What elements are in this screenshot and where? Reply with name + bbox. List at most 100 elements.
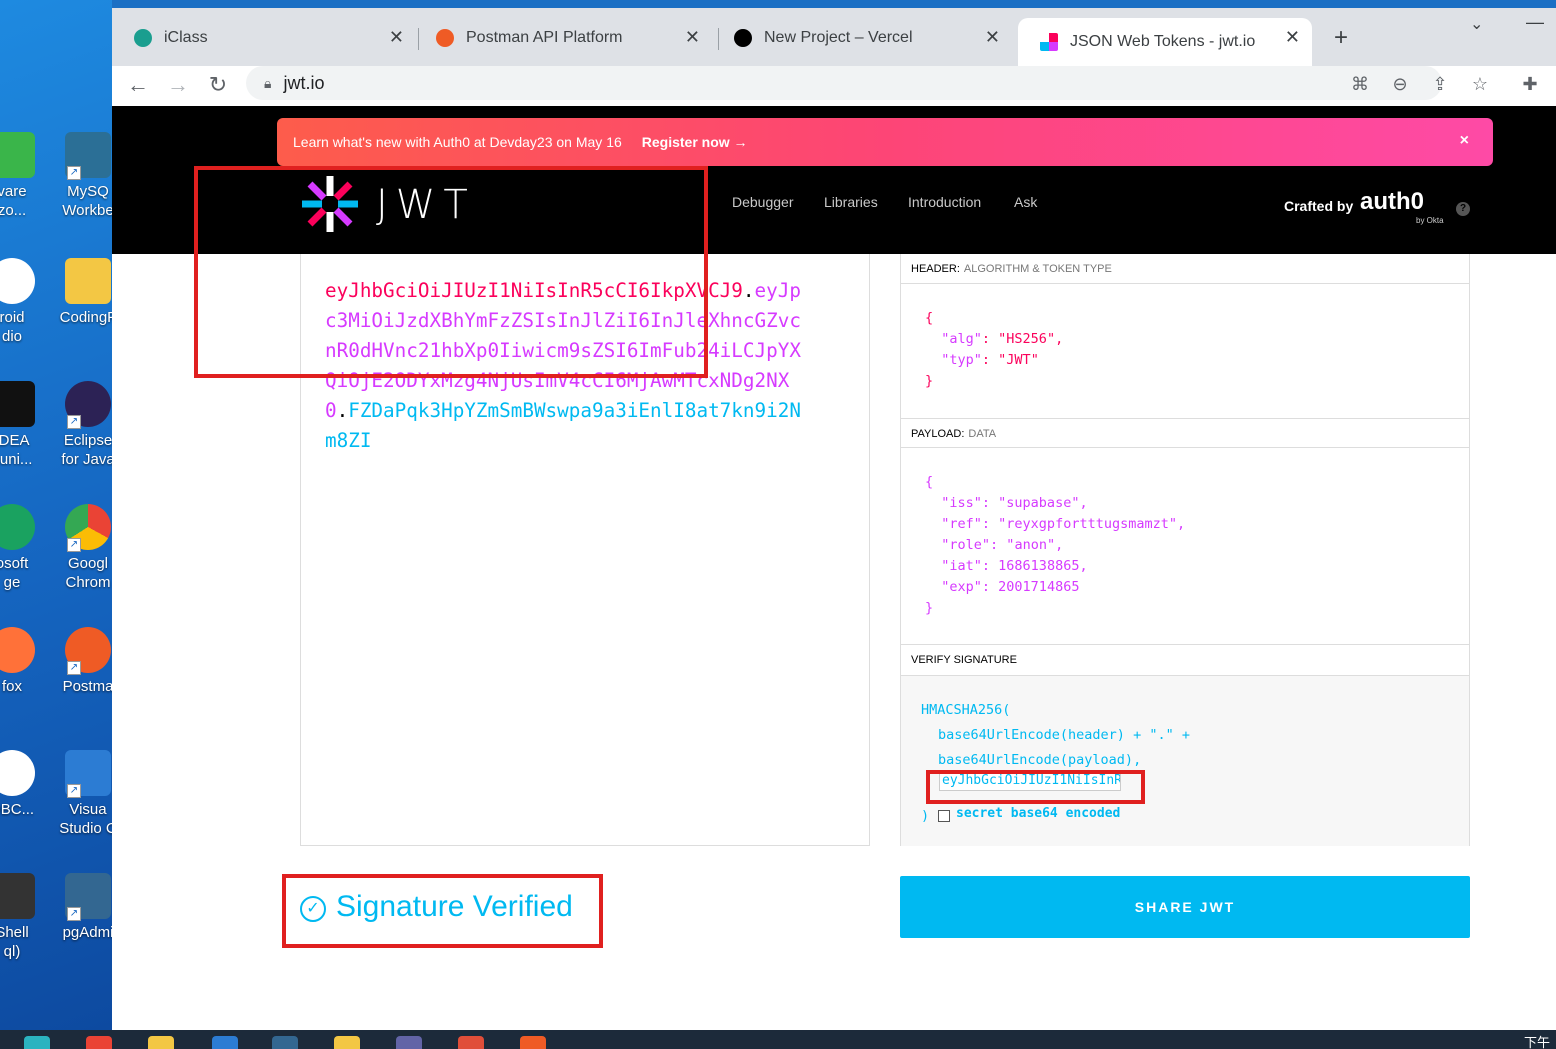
desktop-icon-edge[interactable]: osoft ge <box>0 504 42 592</box>
decoded-panel: HEADER: ALGORITHM & TOKEN TYPE { "alg": "… <box>900 254 1470 846</box>
taskbar-folder-icon[interactable] <box>148 1036 174 1049</box>
taskbar-edge-icon[interactable] <box>24 1036 50 1049</box>
shortcut-arrow-icon: ↗ <box>67 784 81 798</box>
tab-iclass[interactable]: iClass ✕ <box>112 18 416 58</box>
desktop-icon-folder[interactable]: CodingF <box>58 258 112 327</box>
highlight-box-secret <box>926 770 1145 804</box>
app-icon <box>0 132 35 178</box>
android-studio-icon <box>0 258 35 304</box>
jwt-favicon-icon <box>1040 33 1058 51</box>
crafted-by-label: Crafted by <box>1284 198 1354 214</box>
close-icon[interactable]: ✕ <box>985 27 1000 48</box>
help-icon[interactable]: ? <box>1456 202 1470 216</box>
vscode-icon: ↗ <box>65 750 111 798</box>
close-icon[interactable]: ✕ <box>1285 27 1300 48</box>
token-dot: . <box>742 279 755 302</box>
desktop-icon-android-studio[interactable]: roid dio <box>0 258 42 346</box>
taskbar-chrome-icon[interactable] <box>86 1036 112 1049</box>
tab-strip: iClass ✕ Postman API Platform ✕ New Proj… <box>112 8 1556 66</box>
nav-introduction[interactable]: Introduction <box>908 194 981 210</box>
taskbar-app-icon[interactable] <box>334 1036 360 1049</box>
signature-verified-status: Signature Verified <box>336 890 573 923</box>
payload-section-title: PAYLOAD: DATA <box>901 418 1469 448</box>
extensions-puzzle-icon[interactable]: ✚ <box>1518 74 1542 95</box>
tray-clock[interactable]: 下午 <box>1524 1032 1550 1049</box>
address-bar[interactable]: 🔒︎ jwt.io <box>246 66 1442 100</box>
secret-base64-label[interactable]: secret base64 encoded <box>956 806 1120 821</box>
token-signature-part: FZDaPqk3HpYZmSmBWswpa9a3iEnlI8at7kn9i2Nm… <box>325 399 801 452</box>
zoom-icon[interactable]: ⊖ <box>1388 74 1412 95</box>
header-section-title: HEADER: ALGORITHM & TOKEN TYPE <box>901 254 1469 284</box>
iclass-favicon-icon <box>134 29 152 47</box>
desktop-icon-intellij[interactable]: IDEA nuni... <box>0 381 42 469</box>
check-circle-icon: ✓ <box>300 896 326 922</box>
folder-icon <box>65 258 111 304</box>
share-jwt-button[interactable]: SHARE JWT <box>900 876 1470 938</box>
verify-section-title: VERIFY SIGNATURE <box>901 644 1469 676</box>
back-icon[interactable]: ← <box>124 72 152 98</box>
taskbar-pgadmin-icon[interactable] <box>272 1036 298 1049</box>
tab-vercel[interactable]: New Project – Vercel ✕ <box>712 18 1012 58</box>
postman-icon: ↗ <box>65 627 111 675</box>
reload-icon[interactable]: ↻ <box>204 72 232 98</box>
nav-ask[interactable]: Ask <box>1014 194 1037 210</box>
close-icon[interactable]: ✕ <box>685 27 700 48</box>
tab-postman[interactable]: Postman API Platform ✕ <box>414 18 712 58</box>
translate-icon[interactable]: ⌘ <box>1348 74 1372 95</box>
mysql-icon: ↗ <box>65 132 111 180</box>
firefox-icon <box>0 627 35 673</box>
new-tab-button[interactable]: + <box>1334 24 1348 52</box>
tab-search-icon[interactable]: ⌄ <box>1470 14 1483 34</box>
verify-signature-body: HMACSHA256( base64UrlEncode(header) + ".… <box>901 676 1469 846</box>
shortcut-arrow-icon: ↗ <box>67 907 81 921</box>
promo-banner[interactable]: Learn what's new with Auth0 at Devday23 … <box>277 118 1493 166</box>
share-icon[interactable]: ⇪ <box>1428 74 1452 95</box>
verify-close-paren: ) <box>921 808 930 824</box>
shortcut-arrow-icon: ↗ <box>67 415 81 429</box>
banner-close-icon[interactable]: × <box>1460 132 1469 150</box>
desktop-icon-mysql-workbench[interactable]: ↗ MySQ Workbe <box>58 132 112 220</box>
payload-json[interactable]: { "iss": "supabase", "ref": "reyxgpfortt… <box>925 472 1185 619</box>
desktop-icon-shell[interactable]: Shell ql) <box>0 873 42 961</box>
taskbar-postman-icon[interactable] <box>520 1036 546 1049</box>
nav-debugger[interactable]: Debugger <box>732 194 794 210</box>
header-json[interactable]: { "alg": "HS256", "typ": "JWT" } <box>925 308 1063 392</box>
desktop-icon-firefox[interactable]: fox <box>0 627 42 696</box>
secret-base64-checkbox[interactable] <box>938 810 950 822</box>
highlight-box-token <box>194 166 708 378</box>
desktop-icon-postman[interactable]: ↗ Postma <box>58 627 112 696</box>
desktop: vare zo... ↗ MySQ Workbe roid dio Coding… <box>0 0 112 1030</box>
intellij-icon <box>0 381 35 427</box>
nav-libraries[interactable]: Libraries <box>824 194 878 210</box>
desktop-icon-chrome[interactable]: ↗ Googl Chrom <box>58 504 112 592</box>
register-now-link[interactable]: Register now → <box>642 134 748 150</box>
desktop-icon-jdbc[interactable]: DBC... <box>0 750 42 819</box>
minimize-icon[interactable]: — <box>1526 12 1544 33</box>
auth0-logo[interactable]: auth0 <box>1360 188 1424 216</box>
verify-line-header: base64UrlEncode(header) + "." + <box>938 727 1190 743</box>
verify-line-hmac: HMACSHA256( <box>921 702 1011 718</box>
postgres-elephant-icon: ↗ <box>65 873 111 921</box>
vercel-favicon-icon <box>734 29 752 47</box>
chrome-icon: ↗ <box>65 504 111 552</box>
by-okta-label: by Okta <box>1416 216 1444 225</box>
lock-icon: 🔒︎ <box>264 74 272 91</box>
taskbar-app-icon[interactable] <box>458 1036 484 1049</box>
bookmark-star-icon[interactable]: ☆ <box>1468 74 1492 95</box>
desktop-icon-eclipse[interactable]: ↗ Eclipse for Java <box>58 381 112 469</box>
taskbar: 下午 <box>0 1030 1556 1049</box>
desktop-icon-vscode[interactable]: ↗ Visua Studio C <box>58 750 112 838</box>
taskbar-vscode-icon[interactable] <box>212 1036 238 1049</box>
terminal-icon <box>0 873 35 919</box>
desktop-icon[interactable]: vare zo... <box>0 132 42 220</box>
verify-line-payload: base64UrlEncode(payload), <box>938 752 1142 768</box>
forward-icon[interactable]: → <box>164 72 192 98</box>
shortcut-arrow-icon: ↗ <box>67 661 81 675</box>
shortcut-arrow-icon: ↗ <box>67 538 81 552</box>
tab-jwt-io[interactable]: JSON Web Tokens - jwt.io ✕ <box>1018 18 1312 66</box>
close-icon[interactable]: ✕ <box>389 27 404 48</box>
shortcut-arrow-icon: ↗ <box>67 166 81 180</box>
desktop-icon-pgadmin[interactable]: ↗ pgAdmi <box>58 873 112 942</box>
taskbar-teams-icon[interactable] <box>396 1036 422 1049</box>
edge-icon <box>0 504 35 550</box>
